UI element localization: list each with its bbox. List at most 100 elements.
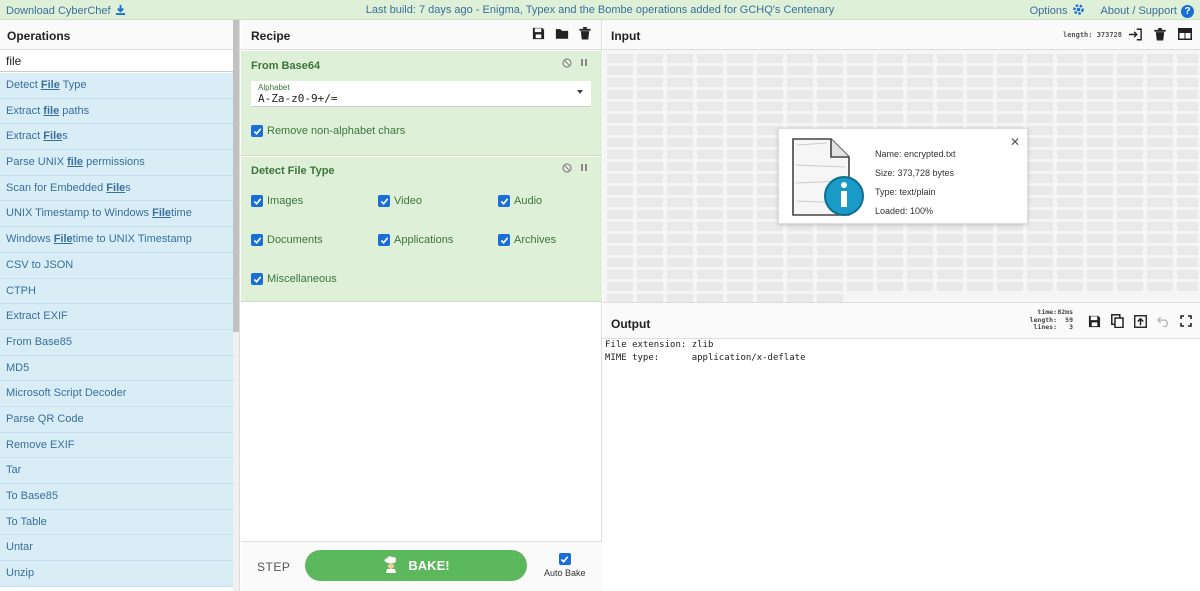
- operation-item[interactable]: CSV to JSON: [0, 252, 233, 279]
- filetype-option-label: Video: [394, 195, 422, 207]
- options-link[interactable]: Options: [1030, 5, 1068, 17]
- operation-item[interactable]: MD5: [0, 355, 233, 382]
- operation-item[interactable]: Unzip: [0, 561, 233, 587]
- operation-item[interactable]: To Base85: [0, 484, 233, 510]
- recipe-op-from-base64[interactable]: From Base64 Alphabet A-Za-z0-9+/= Remove…: [241, 51, 602, 156]
- filetype-option-label: Miscellaneous: [267, 273, 337, 285]
- disable-op-icon[interactable]: [562, 58, 572, 71]
- undo-icon: [1156, 316, 1170, 330]
- filetype-option-label: Applications: [394, 234, 454, 246]
- operation-item[interactable]: Scan for Embedded Files: [0, 175, 233, 202]
- load-recipe-folder-icon[interactable]: [555, 27, 569, 43]
- op-name-from-base64: From Base64: [251, 60, 321, 72]
- operations-title: Operations: [0, 20, 239, 50]
- top-banner: Download CyberChef Last build: 7 days ag…: [0, 0, 1200, 20]
- operations-scrollbar-thumb[interactable]: [233, 20, 239, 332]
- checkbox-checked-icon: [558, 553, 571, 565]
- filetype-option-checkbox[interactable]: Documents: [251, 234, 323, 246]
- operation-item[interactable]: Detect File Type: [0, 73, 233, 99]
- about-support-link[interactable]: About / Support: [1101, 5, 1177, 17]
- bake-button[interactable]: BAKE!: [305, 550, 527, 581]
- output-to-input-icon[interactable]: [1134, 314, 1147, 331]
- filetype-option-checkbox[interactable]: Applications: [378, 234, 453, 246]
- operation-item[interactable]: Remove EXIF: [0, 432, 233, 459]
- recipe-header: Recipe: [241, 20, 601, 50]
- stat-value: 3: [1069, 323, 1073, 331]
- copy-output-icon[interactable]: [1111, 314, 1124, 331]
- load-file-icon[interactable]: [1128, 28, 1142, 44]
- recipe-op-detect-file-type[interactable]: Detect File Type Images Video Audio Documen…: [241, 157, 602, 302]
- operation-item[interactable]: Windows Filetime to UNIX Timestamp: [0, 227, 233, 253]
- build-notice: Last build: 7 days ago - Enigma, Typex a…: [365, 4, 835, 16]
- step-button[interactable]: STEP: [257, 560, 290, 574]
- filetype-option-label: Documents: [267, 234, 323, 246]
- operation-item[interactable]: Parse QR Code: [0, 406, 233, 433]
- op-name-detect-file-type: Detect File Type: [251, 165, 335, 177]
- auto-bake-toggle[interactable]: Auto Bake: [544, 553, 586, 578]
- input-length-label: length: 373728: [1062, 31, 1122, 39]
- file-type: Type: text/plain: [875, 187, 936, 197]
- output-panel: Output time: 82ms length: 59 lines: 3 File ex…: [603, 302, 1200, 591]
- operations-search-input[interactable]: [0, 50, 233, 72]
- output-header: Output time: 82ms length: 59 lines: 3: [603, 303, 1200, 339]
- disable-op-icon[interactable]: [562, 163, 572, 176]
- output-stats: time: 82ms length: 59 lines: 3: [1029, 308, 1073, 332]
- filetype-option-checkbox[interactable]: Archives: [498, 234, 556, 246]
- filetype-option-label: Archives: [514, 234, 557, 246]
- checkbox-checked-icon: [251, 125, 263, 137]
- file-loaded: Loaded: 100%: [875, 206, 934, 216]
- operation-item[interactable]: Microsoft Script Decoder: [0, 381, 233, 407]
- breakpoint-pause-icon[interactable]: [580, 163, 588, 176]
- file-info-card: Name: encrypted.txt Size: 373,728 bytes …: [778, 128, 1028, 224]
- checkbox-checked-icon: [251, 273, 263, 285]
- operation-item[interactable]: Parse UNIX file permissions: [0, 150, 233, 176]
- bake-label: BAKE!: [408, 558, 450, 573]
- clear-recipe-trash-icon[interactable]: [579, 27, 591, 43]
- chef-icon: [382, 555, 400, 576]
- output-text[interactable]: File extension: zlib MIME type: applicat…: [605, 339, 805, 365]
- recipe-footer: STEP BAKE! Auto Bake: [241, 541, 602, 591]
- filetype-option-label: Audio: [514, 195, 543, 207]
- filetype-option-label: Images: [267, 195, 304, 207]
- file-name: Name: encrypted.txt: [875, 149, 956, 159]
- operation-item[interactable]: Extract EXIF: [0, 304, 233, 330]
- filetype-option-checkbox[interactable]: Images: [251, 195, 303, 207]
- clear-input-trash-icon[interactable]: [1154, 28, 1166, 44]
- operations-panel: Operations Detect File TypeExtract file …: [0, 20, 240, 591]
- alphabet-select[interactable]: Alphabet A-Za-z0-9+/=: [251, 81, 591, 107]
- file-info-icon: [787, 135, 867, 222]
- input-title: Input: [611, 29, 641, 43]
- operation-item[interactable]: Tar: [0, 458, 233, 484]
- input-header: Input length: 373728: [603, 20, 1200, 50]
- output-title: Output: [611, 317, 651, 331]
- reset-layout-icon[interactable]: [1178, 28, 1192, 44]
- alphabet-value: A-Za-z0-9+/=: [258, 92, 338, 105]
- filetype-option-checkbox[interactable]: Audio: [498, 195, 542, 207]
- operation-item[interactable]: CTPH: [0, 278, 233, 305]
- operation-item[interactable]: Untar: [0, 535, 233, 562]
- stat-key: lines:: [1033, 323, 1057, 331]
- recipe-panel: Recipe From Base64 Alphabet A-Za-z0-9+/=…: [241, 20, 602, 591]
- gear-icon[interactable]: [1072, 3, 1085, 19]
- close-icon[interactable]: ✕: [1010, 135, 1020, 149]
- download-cyberchef-link[interactable]: Download CyberChef: [6, 4, 126, 18]
- save-recipe-icon[interactable]: [532, 27, 545, 43]
- filetype-option-checkbox[interactable]: Video: [378, 195, 422, 207]
- filetype-option-checkbox[interactable]: Miscellaneous: [251, 273, 337, 285]
- checkbox-checked-icon: [251, 195, 263, 207]
- remove-non-alphabet-checkbox[interactable]: Remove non-alphabet chars: [251, 125, 405, 137]
- operation-item[interactable]: To Table: [0, 509, 233, 536]
- save-output-icon[interactable]: [1088, 315, 1101, 331]
- operation-item[interactable]: UNIX Timestamp to Windows Filetime: [0, 201, 233, 228]
- breakpoint-pause-icon[interactable]: [580, 58, 588, 71]
- maximise-icon[interactable]: [1180, 315, 1192, 330]
- download-icon: [115, 4, 126, 18]
- operation-item[interactable]: Extract Files: [0, 124, 233, 151]
- auto-bake-label: Auto Bake: [544, 568, 586, 578]
- chevron-down-icon: [577, 90, 583, 94]
- operation-item[interactable]: From Base85: [0, 329, 233, 356]
- checkbox-checked-icon: [378, 234, 390, 246]
- help-icon[interactable]: ?: [1181, 4, 1194, 18]
- operation-item[interactable]: Extract file paths: [0, 98, 233, 125]
- download-label: Download CyberChef: [6, 5, 111, 17]
